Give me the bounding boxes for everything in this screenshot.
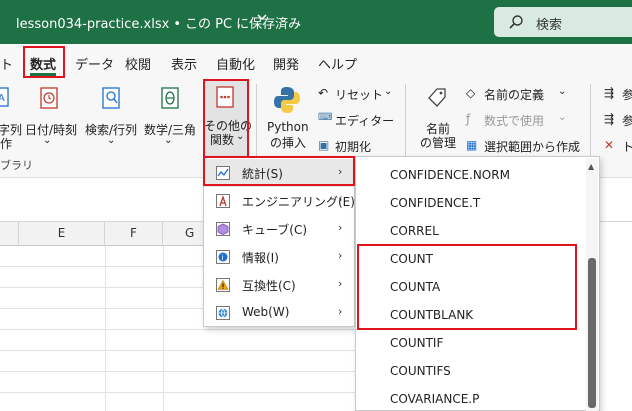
trace-dependents-button[interactable]: 参 [622,112,632,129]
excel-window: lesson034-practice.xlsx • この PC に保存済み 検索 ト… [0,0,632,411]
chevron-down-icon[interactable]: ⌄ [43,135,51,146]
menu-item-engineering[interactable]: エンジニアリング(E) › [204,187,355,215]
function-library-group-label: ブラリ [0,159,33,172]
tag-icon: ◇ [466,86,476,100]
chevron-down-icon[interactable]: ⌄ [107,135,115,146]
function-item[interactable]: COUNTIF [390,336,443,350]
title-separator: • [173,17,181,32]
text-functions-label-2: 作 [0,137,13,151]
python-insert-label-1[interactable]: Python [267,120,309,134]
undo-icon: ↶ [318,86,329,100]
function-item[interactable]: CONFIDENCE.NORM [390,168,510,182]
chevron-down-icon[interactable]: ⌄ [558,112,566,123]
grid-row-line [0,350,360,351]
python-icon [274,87,300,113]
trace-dependents-icon: ⇶ [604,112,615,126]
python-insert-label-2: の挿入 [270,136,307,150]
menu-item-compatibility[interactable]: 互換性(C) › [204,271,354,299]
menu-item-label: キューブ(C) [242,223,308,237]
menu-item-information[interactable]: i 情報(I) › [204,243,354,271]
information-icon: i [216,250,230,264]
math-theta-icon [161,87,179,109]
svg-text:i: i [222,254,224,262]
remove-arrows-button[interactable]: ト [622,138,632,155]
lookup-magnifier-icon [102,87,120,109]
file-name: lesson034-practice.xlsx [16,17,170,32]
save-status: この PC に保存済み [185,17,302,32]
menu-item-label: 情報(I) [242,251,279,265]
text-function-icon: A [0,87,9,107]
tab-view[interactable]: 表示 [171,54,197,73]
name-manager-label-2: の管理 [420,136,457,150]
title-bar: lesson034-practice.xlsx • この PC に保存済み 検索 [0,0,632,44]
scroll-up-arrow-icon[interactable]: ▲ [588,162,594,171]
engineering-icon [216,194,230,208]
ribbon-separator [405,84,406,164]
trace-precedents-button[interactable]: 参 [622,86,632,103]
tab-automate[interactable]: 自動化 [216,54,255,73]
column-header-e[interactable]: E [19,222,105,246]
highlight-more-functions [203,79,249,159]
function-item[interactable]: COVARIANCE.P [390,392,479,406]
highlight-statistics [203,156,355,186]
column-header-f[interactable]: F [105,222,163,246]
function-item[interactable]: CONFIDENCE.T [390,196,480,210]
editor-icon: ⌨ [318,112,333,123]
chevron-right-icon: › [338,249,343,262]
menu-item-web[interactable]: Web(W) › [204,299,354,327]
search-box[interactable]: 検索 [494,7,632,37]
tab-help[interactable]: ヘルプ [318,54,357,73]
tab-partial[interactable]: ト [0,54,13,73]
calendar-clock-icon [40,87,58,109]
grid-row-line [0,371,360,372]
initialize-button[interactable]: 初期化 [335,138,371,155]
grid-row-line [0,329,360,330]
svg-text:A: A [0,93,5,104]
function-item[interactable]: COUNTIFS [390,364,451,378]
search-icon [509,15,523,29]
chevron-right-icon: › [338,277,343,290]
menu-item-label: 互換性(C) [242,279,296,293]
tab-developer[interactable]: 開発 [273,54,299,73]
grid-icon: ▦ [466,138,478,152]
search-label: 検索 [536,18,563,33]
grid-row-line [0,392,360,393]
chevron-down-icon[interactable]: ⌄ [558,86,566,97]
ribbon-tabs: ト 数式 データ 校閲 表示 自動化 開発 ヘルプ [0,44,632,78]
formula-icon: ƒ [466,112,471,126]
chevron-down-icon[interactable]: ⌄ [384,86,392,97]
chevron-right-icon: › [338,193,343,206]
column-header-g[interactable]: G [163,222,208,246]
use-in-formula-button[interactable]: 数式で使用 [484,112,544,129]
create-from-selection-button[interactable]: 選択範囲から作成 [484,138,580,155]
ribbon-separator [590,84,591,164]
menu-item-cube[interactable]: キューブ(C) › [204,215,354,243]
column-header-partial[interactable] [0,222,19,246]
initialize-icon: ▣ [318,138,330,152]
compatibility-icon [216,278,230,292]
grid-col-line [105,246,106,411]
chevron-down-icon[interactable]: ⌄ [164,135,172,146]
tab-data[interactable]: データ [75,54,114,73]
chevron-right-icon: › [338,305,343,318]
editor-button[interactable]: エディター [335,112,394,129]
web-icon [216,306,230,320]
tab-review[interactable]: 校閲 [125,54,151,73]
menu-item-label: Web(W) [242,305,290,319]
function-item[interactable]: CORREL [390,224,439,238]
cube-icon [216,222,230,236]
name-manager-icon [428,88,446,107]
highlight-count-functions [357,244,577,330]
chevron-right-icon: › [338,221,343,234]
define-name-button[interactable]: 名前の定義 [484,86,544,103]
trace-precedents-icon: ⇶ [604,86,615,100]
highlight-formulas-tab [23,46,65,78]
chevron-down-icon[interactable] [256,11,268,26]
ribbon-separator [256,84,257,164]
remove-arrows-icon: ✕ [604,138,615,152]
grid-col-line [163,246,164,411]
scrollbar-thumb[interactable] [588,258,596,408]
reset-button[interactable]: リセット [335,86,383,103]
